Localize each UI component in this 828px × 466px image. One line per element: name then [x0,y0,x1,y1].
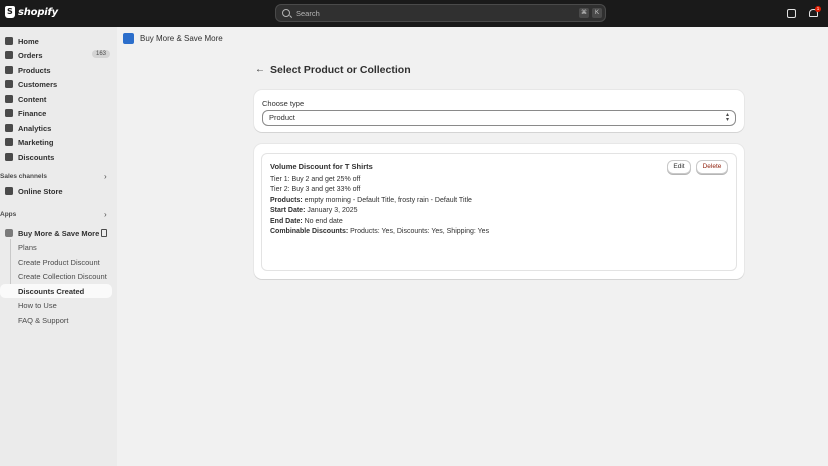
sidebar-subitem-label: Create Product Discount [18,257,100,267]
app-title: Buy More & Save More [140,34,223,43]
sidebar-subitem-label: Create Collection Discount [18,271,107,281]
sidebar-subitem-how-to-use[interactable]: How to Use [0,298,112,312]
store-icon[interactable] [787,9,796,18]
tier-2-text: Tier 2: Buy 3 and get 33% off [270,186,361,193]
chevron-right-icon[interactable]: › [104,210,107,219]
sidebar-item-label: Analytics [18,123,52,133]
app-icon [5,229,13,237]
sidebar-item-label: Online Store [18,186,63,196]
app-logo-icon [123,33,134,44]
shopify-logo[interactable]: shopify [5,6,58,18]
main-content: Buy More & Save More ← Select Product or… [117,27,828,466]
edit-button[interactable]: Edit [667,160,691,174]
end-date-value: No end date [302,218,343,225]
discount-card: Volume Discount for T Shirts Edit Delete… [254,144,744,279]
sidebar-subitem-label: Plans [18,242,37,252]
choose-type-select[interactable]: Product ▴ ▾ [262,110,736,126]
start-date-line: Start Date: January 3, 2025 [270,207,358,214]
sidebar-item-products[interactable]: Products [0,63,112,77]
choose-type-card: Choose type Product ▴ ▾ [254,90,744,132]
sidebar-subitem-plans[interactable]: Plans [0,240,112,254]
chevron-right-icon[interactable]: › [104,172,107,181]
home-icon [5,37,13,45]
select-chevron-icon: ▴ ▾ [725,112,729,123]
sidebar-item-online-store[interactable]: Online Store [0,184,112,198]
delete-button[interactable]: Delete [696,160,728,174]
sidebar-subitem-create-product-discount[interactable]: Create Product Discount [0,255,112,269]
search-placeholder: Search [296,8,320,18]
products-label: Products: [270,197,303,204]
sidebar-item-discounts[interactable]: Discounts [0,150,112,164]
bank-icon [5,109,13,117]
sidebar-item-app[interactable]: Buy More & Save More [0,226,112,240]
discount-icon [5,153,13,161]
tag-icon [5,66,13,74]
combinable-line: Combinable Discounts: Products: Yes, Dis… [270,228,489,235]
search-icon [282,9,290,17]
end-date-label: End Date: [270,218,303,225]
sidebar-subitem-faq-support[interactable]: FAQ & Support [0,313,112,327]
sidebar-item-label: Orders [18,50,43,60]
choose-type-value: Product [269,113,295,122]
sidebar-item-label: Marketing [18,137,54,147]
sidebar-subitem-create-collection-discount[interactable]: Create Collection Discount [0,269,112,283]
end-date-line: End Date: No end date [270,218,343,225]
app-header: Buy More & Save More [123,33,223,44]
sidebar-item-label: Buy More & Save More [18,228,100,238]
shopify-bag-icon [5,6,15,18]
orders-count-badge: 163 [91,50,110,58]
apps-heading[interactable]: Apps [0,211,16,218]
tier-1-text: Tier 1: Buy 2 and get 25% off [270,176,361,183]
sidebar-item-label: Content [18,94,47,104]
chart-icon [5,124,13,132]
shortcut-k-key: K [592,8,602,18]
notification-badge: 1 [815,6,821,12]
sidebar-item-label: Discounts [18,152,55,162]
products-line: Products: empty morning - Default Title,… [270,197,472,204]
sidebar-item-content[interactable]: Content [0,92,112,106]
search-input[interactable]: Search ⌘ K [275,4,606,22]
choose-type-label: Choose type [262,99,305,108]
page-title: Select Product or Collection [270,64,411,76]
discount-item: Volume Discount for T Shirts Edit Delete… [261,153,737,271]
sidebar-item-label: Finance [18,108,47,118]
target-icon [5,138,13,146]
store-icon [5,187,13,195]
notification-bell-icon[interactable]: 1 [809,6,821,18]
back-arrow-icon[interactable]: ← [255,64,265,75]
sidebar-item-label: Home [18,36,39,46]
sidebar-item-label: Products [18,65,51,75]
combinable-label: Combinable Discounts: [270,228,349,235]
top-bar: shopify Search ⌘ K 1 [0,0,828,27]
sidebar-subitem-discounts-created[interactable]: Discounts Created [0,284,112,298]
pin-icon[interactable] [101,229,107,237]
shortcut-cmd-key: ⌘ [579,8,589,18]
sidebar-item-analytics[interactable]: Analytics [0,121,112,135]
orders-icon [5,51,13,59]
combinable-value: Products: Yes, Discounts: Yes, Shipping:… [348,228,490,235]
sidebar-item-finance[interactable]: Finance [0,106,112,120]
discount-title: Volume Discount for T Shirts [270,162,373,171]
sidebar-subitem-label: How to Use [18,300,57,310]
sidebar: Home Orders 163 Products Customers Conte… [0,27,117,466]
sidebar-subitem-label: Discounts Created [18,286,85,296]
start-date-value: January 3, 2025 [305,207,358,214]
sidebar-item-label: Customers [18,79,58,89]
sidebar-item-orders[interactable]: Orders 163 [0,48,112,62]
sidebar-item-customers[interactable]: Customers [0,77,112,91]
start-date-label: Start Date: [270,207,306,214]
sidebar-item-marketing[interactable]: Marketing [0,135,112,149]
sidebar-subitem-label: FAQ & Support [18,315,69,325]
products-value: empty morning - Default Title, frosty ra… [302,197,472,204]
sales-channels-heading[interactable]: Sales channels [0,173,47,180]
brand-name: shopify [18,6,58,18]
content-icon [5,95,13,103]
sidebar-item-home[interactable]: Home [0,34,112,48]
person-icon [5,80,13,88]
